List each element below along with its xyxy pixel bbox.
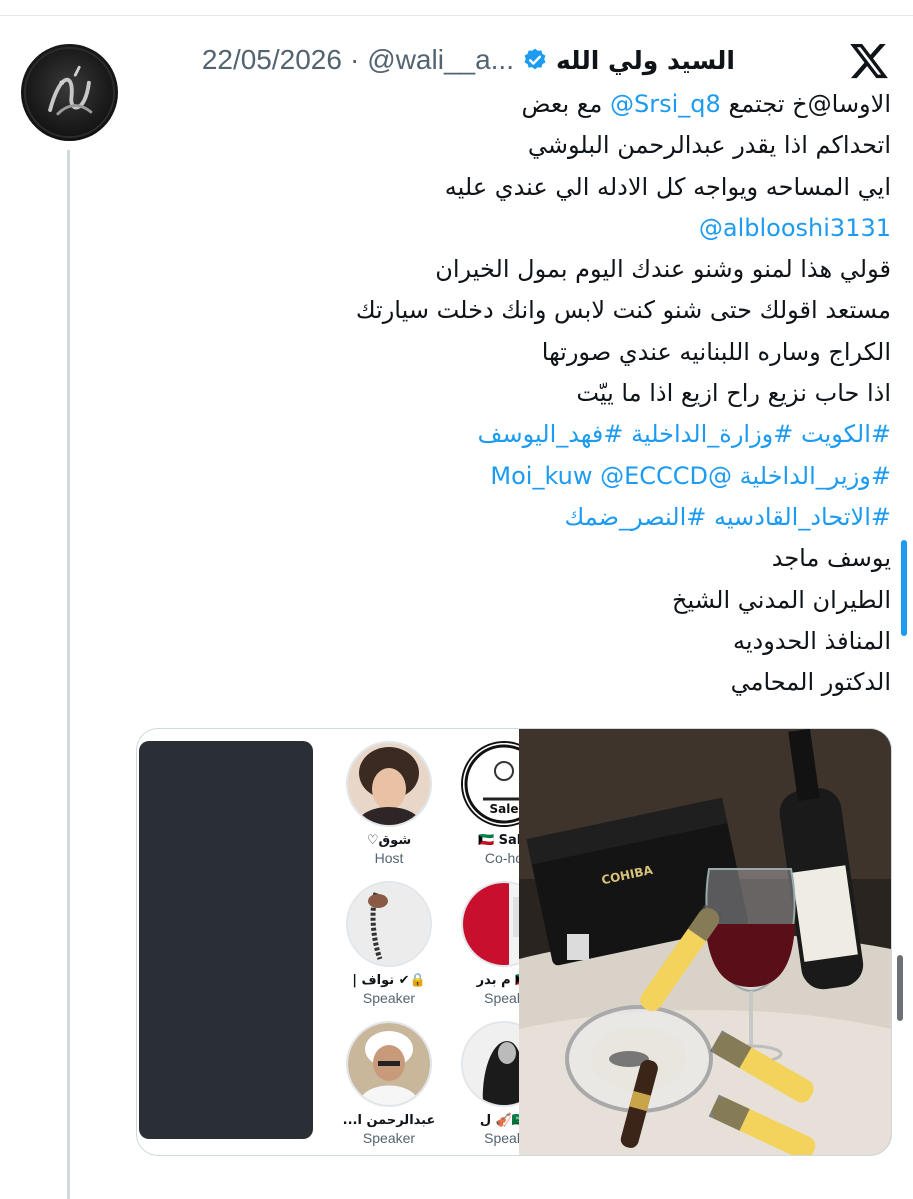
participant-name: 🇰🇼 م بدر bbox=[476, 973, 519, 988]
display-name[interactable]: السيد ولي الله bbox=[556, 46, 735, 75]
tweet-header: السيد ولي الله @wali__a... · 22/05/2026 bbox=[202, 38, 735, 82]
participant-name: عبدالرحمن ا... bbox=[342, 1113, 436, 1128]
participant[interactable]: 🇸🇦🎻 ل Speak bbox=[444, 1021, 519, 1146]
tweet-line-7: الكراج وساره اللبنانيه عندي صورتها bbox=[541, 337, 891, 366]
participant-avatar bbox=[346, 741, 432, 827]
tweet-media[interactable]: شوق♡ Host Sale 🇰🇼 Sale Co-ho 🔒✔ نواف | S… bbox=[136, 728, 892, 1156]
tweet-line-15: الدكتور المحامي bbox=[730, 668, 891, 697]
tweet-line-12: يوسف ماجد bbox=[771, 544, 891, 573]
tweet-line-5: قولي هذا لمنو وشنو عندك اليوم بمول الخير… bbox=[435, 255, 891, 284]
user-handle[interactable]: @wali__a... bbox=[367, 44, 514, 76]
tweet-text: الاوسا@خ تجتمع @Srsi_q8 مع بعض اتحداكم ا… bbox=[171, 84, 891, 703]
participant[interactable]: 🇰🇼 م بدر Speak bbox=[444, 881, 519, 1006]
participant-avatar bbox=[346, 881, 432, 967]
participant-avatar: Sale bbox=[461, 741, 519, 827]
hashtag-mention-links[interactable]: #وزير_الداخلية @Moi_kuw @ECCCD bbox=[171, 456, 891, 497]
participant-avatar bbox=[461, 1021, 519, 1107]
avatar[interactable] bbox=[21, 44, 118, 141]
participant-role: Host bbox=[374, 850, 404, 866]
participant-role: Speaker bbox=[362, 1130, 416, 1146]
participant[interactable]: Sale 🇰🇼 Sale Co-ho bbox=[444, 741, 519, 866]
tweet-line-13: الطيران المدني الشيخ bbox=[672, 585, 891, 614]
participant-avatar bbox=[346, 1021, 432, 1107]
participant[interactable]: شوق♡ Host bbox=[329, 741, 449, 866]
tweet-line-3: ايي المساحه ويواجه كل الادله الي عندي عل… bbox=[444, 172, 891, 201]
participant[interactable]: 🔒✔ نواف | Speaker bbox=[329, 881, 449, 1006]
participant-name: 🇰🇼 Sale bbox=[477, 833, 519, 848]
avatar-calligraphy-logo bbox=[23, 46, 116, 139]
top-divider bbox=[0, 15, 913, 16]
hashtag-links[interactable]: #الكويت #وزارة_الداخلية #فهد_اليوسف bbox=[171, 414, 891, 455]
participant-name: 🔒✔ نواف | bbox=[352, 973, 426, 988]
svg-text:Sale: Sale bbox=[490, 802, 519, 816]
participant-role: Speak bbox=[484, 990, 519, 1006]
tweet-line-2: اتحداكم اذا يقدر عبدالرحمن البلوشي bbox=[527, 131, 891, 160]
redacted-region bbox=[139, 741, 313, 1139]
verified-badge-icon bbox=[524, 48, 546, 70]
separator-dot: · bbox=[349, 44, 360, 75]
text-scroll-marker bbox=[901, 540, 907, 636]
tweet-text-segment: مع بعض bbox=[521, 90, 611, 118]
participant-role: Speak bbox=[484, 1130, 519, 1146]
x-logo-icon[interactable] bbox=[848, 40, 890, 82]
tweet-line-14: المنافذ الحدوديه bbox=[732, 626, 891, 655]
hashtag-links[interactable]: #الاتحاد_القادسيه #النصر_ضمك bbox=[171, 497, 891, 538]
photo-table-wine-cigars[interactable]: COHIBA bbox=[519, 729, 891, 1155]
tweet-line-1: الاوسا@خ تجتمع @Srsi_q8 مع بعض bbox=[171, 84, 891, 125]
tweet-date[interactable]: 22/05/2026 bbox=[202, 44, 342, 76]
page-scrollbar-thumb[interactable] bbox=[897, 955, 903, 1021]
mention-link[interactable]: @alblooshi3131 bbox=[171, 208, 891, 249]
participant-name: 🇸🇦🎻 ل bbox=[479, 1113, 519, 1128]
tweet-text-segment: الاوسا@خ تجتمع bbox=[720, 90, 891, 118]
thread-connector-line bbox=[67, 150, 70, 1199]
mention-link[interactable]: @Srsi_q8 bbox=[610, 90, 721, 118]
participant-role: Speaker bbox=[362, 990, 416, 1006]
participant-avatar bbox=[461, 881, 519, 967]
tweet-line-8: اذا حاب نزيع راح ازيع اذا ما ييّت bbox=[576, 379, 891, 408]
participant-role: Co-ho bbox=[484, 850, 519, 866]
participant[interactable]: عبدالرحمن ا... Speaker bbox=[329, 1021, 449, 1146]
spaces-participants-panel[interactable]: شوق♡ Host Sale 🇰🇼 Sale Co-ho 🔒✔ نواف | S… bbox=[327, 729, 519, 1155]
tweet-line-6: مستعد اقولك حتى شنو كنت لابس وانك دخلت س… bbox=[355, 296, 891, 325]
participant-name: شوق♡ bbox=[366, 833, 412, 848]
